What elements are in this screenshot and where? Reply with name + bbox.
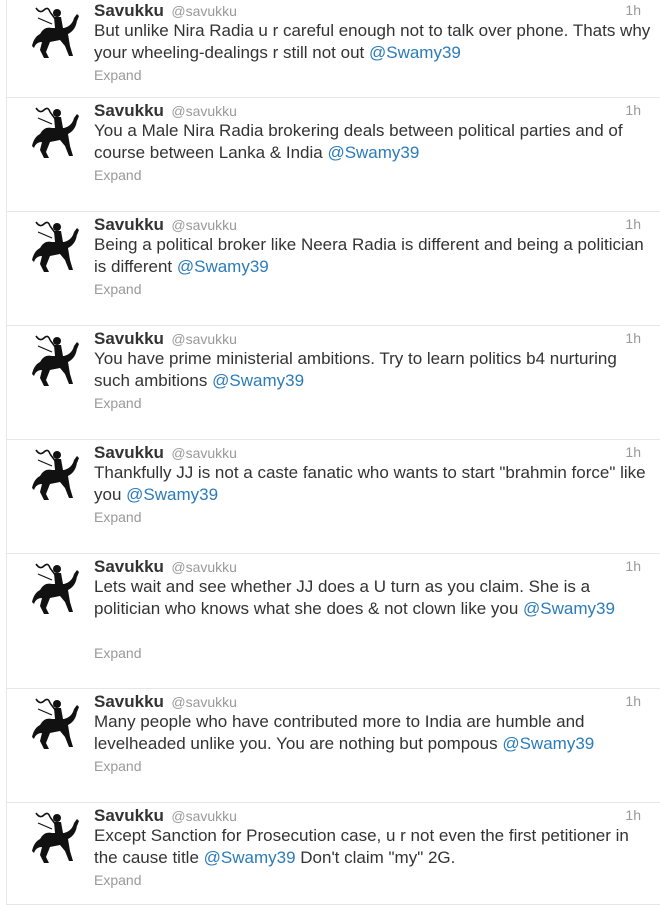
tweet-fullname[interactable]: Savukku <box>94 101 164 120</box>
tweet-header: Savukku @savukku 1h <box>94 806 660 826</box>
tweet-item[interactable]: Savukku @savukku 1h You have prime minis… <box>7 326 660 440</box>
avatar[interactable] <box>30 104 80 160</box>
tweet-fullname[interactable]: Savukku <box>94 557 164 576</box>
tweet-fullname[interactable]: Savukku <box>94 806 164 825</box>
tweet-mention-link[interactable]: @Swamy39 <box>369 43 461 62</box>
horse-rider-icon <box>32 698 79 749</box>
tweet-fullname[interactable]: Savukku <box>94 692 164 711</box>
tweet-timestamp[interactable]: 1h <box>625 102 641 118</box>
tweet-mention-link[interactable]: @Swamy39 <box>204 848 296 867</box>
tweet-fullname[interactable]: Savukku <box>94 329 164 348</box>
tweet-timestamp[interactable]: 1h <box>625 330 641 346</box>
avatar[interactable] <box>30 446 80 502</box>
tweet-timestamp[interactable]: 1h <box>625 216 641 232</box>
tweet-item[interactable]: Savukku @savukku 1h Except Sanction for … <box>7 803 660 905</box>
tweet-timestamp[interactable]: 1h <box>625 444 641 460</box>
tweet-expand-link[interactable]: Expand <box>94 509 141 525</box>
tweet-expand-link[interactable]: Expand <box>94 395 141 411</box>
tweet-item[interactable]: Savukku @savukku 1h But unlike Nira Radi… <box>7 0 660 98</box>
tweet-username[interactable]: @savukku <box>171 331 237 347</box>
tweet-text-body: Lets wait and see whether JJ does a U tu… <box>94 577 591 618</box>
tweet-username[interactable]: @savukku <box>171 3 237 19</box>
tweet-username[interactable]: @savukku <box>171 445 237 461</box>
tweet-text: Lets wait and see whether JJ does a U tu… <box>94 576 654 620</box>
avatar[interactable] <box>30 560 80 616</box>
avatar[interactable] <box>30 332 80 388</box>
avatar[interactable] <box>30 218 80 274</box>
tweet-mention-link[interactable]: @Swamy39 <box>502 734 594 753</box>
tweet-timestamp[interactable]: 1h <box>625 558 641 574</box>
horse-rider-icon <box>32 812 79 863</box>
tweet-text: Many people who have contributed more to… <box>94 711 654 755</box>
tweet-timeline: Savukku @savukku 1h But unlike Nira Radi… <box>6 0 660 905</box>
tweet-item[interactable]: Savukku @savukku 1h You a Male Nira Radi… <box>7 98 660 212</box>
tweet-fullname[interactable]: Savukku <box>94 1 164 20</box>
tweet-username[interactable]: @savukku <box>171 103 237 119</box>
tweet-text: But unlike Nira Radia u r careful enough… <box>94 20 654 64</box>
tweet-timestamp[interactable]: 1h <box>625 2 641 18</box>
tweet-item[interactable]: Savukku @savukku 1h Thankfully JJ is not… <box>7 440 660 554</box>
tweet-fullname[interactable]: Savukku <box>94 443 164 462</box>
tweet-header: Savukku @savukku 1h <box>94 557 660 577</box>
tweet-username[interactable]: @savukku <box>171 808 237 824</box>
tweet-expand-link[interactable]: Expand <box>94 645 141 661</box>
avatar[interactable] <box>30 695 80 751</box>
horse-rider-icon <box>32 335 79 386</box>
avatar[interactable] <box>30 809 80 865</box>
tweet-mention-link[interactable]: @Swamy39 <box>177 257 269 276</box>
horse-rider-icon <box>32 221 79 272</box>
tweet-item[interactable]: Savukku @savukku 1h Many people who have… <box>7 689 660 803</box>
tweet-timestamp[interactable]: 1h <box>625 693 641 709</box>
tweet-text: You a Male Nira Radia brokering deals be… <box>94 120 654 164</box>
tweet-expand-link[interactable]: Expand <box>94 167 141 183</box>
avatar[interactable] <box>30 4 80 60</box>
tweet-text-body: You have prime ministerial ambitions. Tr… <box>94 349 617 390</box>
tweet-header: Savukku @savukku 1h <box>94 101 660 121</box>
tweet-expand-link[interactable]: Expand <box>94 872 141 888</box>
tweet-header: Savukku @savukku 1h <box>94 215 660 235</box>
tweet-text: Being a political broker like Neera Radi… <box>94 234 654 278</box>
tweet-text: You have prime ministerial ambitions. Tr… <box>94 348 654 392</box>
tweet-mention-link[interactable]: @Swamy39 <box>327 143 419 162</box>
tweet-mention-link[interactable]: @Swamy39 <box>126 485 218 504</box>
tweet-username[interactable]: @savukku <box>171 694 237 710</box>
horse-rider-icon <box>32 7 79 58</box>
tweet-expand-link[interactable]: Expand <box>94 67 141 83</box>
tweet-expand-link[interactable]: Expand <box>94 281 141 297</box>
tweet-text: Except Sanction for Prosecution case, u … <box>94 825 654 869</box>
tweet-timestamp[interactable]: 1h <box>625 807 641 823</box>
tweet-fullname[interactable]: Savukku <box>94 215 164 234</box>
horse-rider-icon <box>32 107 79 158</box>
tweet-expand-link[interactable]: Expand <box>94 758 141 774</box>
horse-rider-icon <box>32 563 79 614</box>
tweet-header: Savukku @savukku 1h <box>94 1 660 21</box>
tweet-header: Savukku @savukku 1h <box>94 443 660 463</box>
tweet-username[interactable]: @savukku <box>171 217 237 233</box>
tweet-mention-link[interactable]: @Swamy39 <box>523 599 615 618</box>
tweet-header: Savukku @savukku 1h <box>94 329 660 349</box>
tweet-item[interactable]: Savukku @savukku 1h Being a political br… <box>7 212 660 326</box>
tweet-item[interactable]: Savukku @savukku 1h Lets wait and see wh… <box>7 554 660 689</box>
tweet-text: Thankfully JJ is not a caste fanatic who… <box>94 462 654 506</box>
tweet-header: Savukku @savukku 1h <box>94 692 660 712</box>
tweet-mention-link[interactable]: @Swamy39 <box>212 371 304 390</box>
horse-rider-icon <box>32 449 79 500</box>
tweet-username[interactable]: @savukku <box>171 559 237 575</box>
tweet-text-after: Don't claim "my" 2G. <box>295 848 456 867</box>
